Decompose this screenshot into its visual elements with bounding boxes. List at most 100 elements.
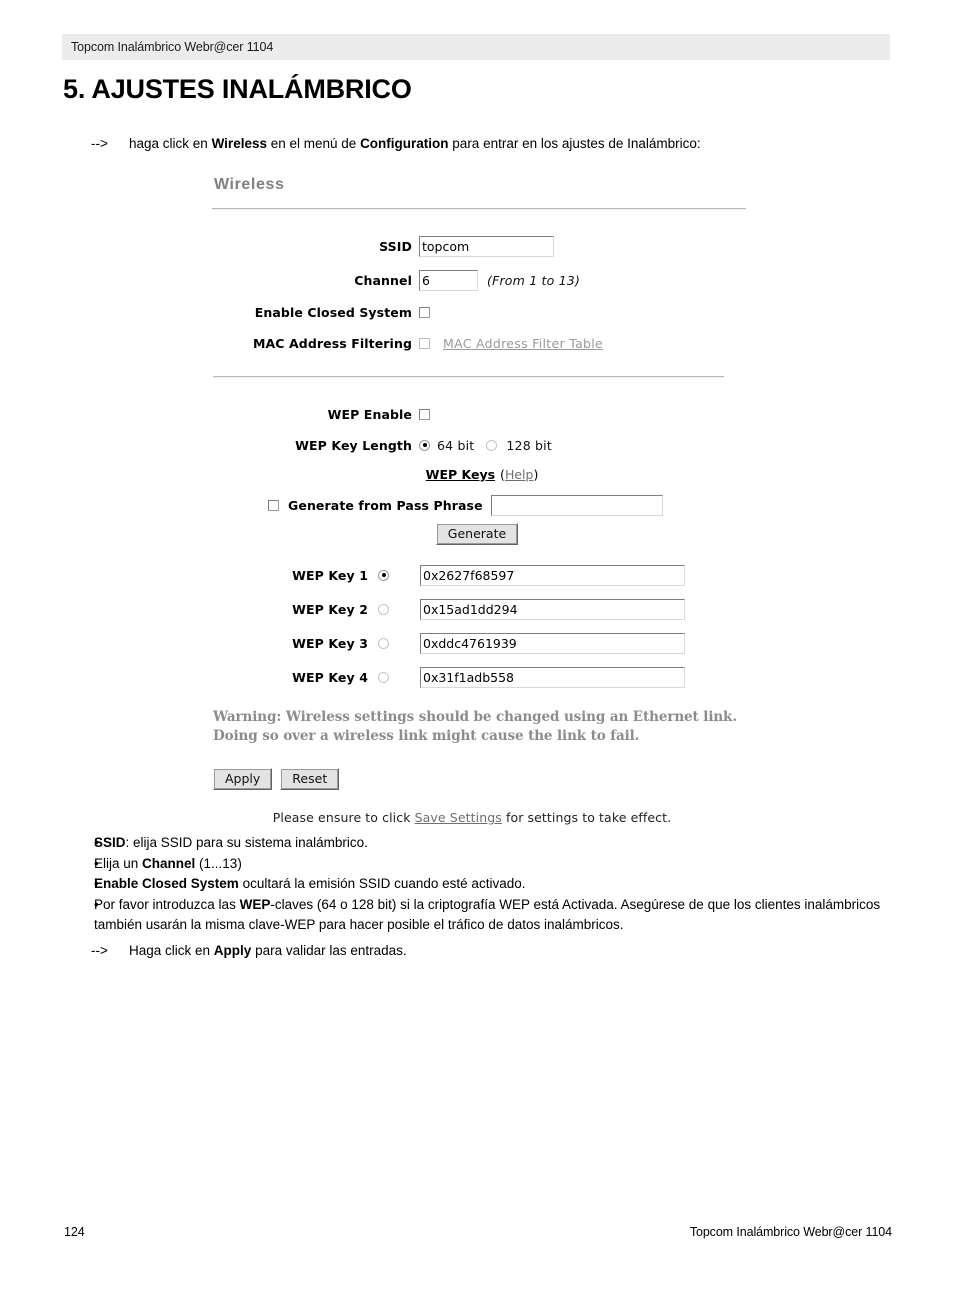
row-generate-from-passphrase: Generate from Pass Phrase: [268, 495, 752, 516]
wep-key-row: WEP Key 2 0x15ad1dd294: [212, 592, 752, 626]
generate-button-wrapper: Generate: [202, 523, 752, 545]
bullet-text-closed-system: ocultará la emisión SSID cuando esté act…: [238, 876, 526, 891]
channel-range-hint: (From 1 to 13): [487, 272, 581, 288]
save-note-text-2: for settings to take effect.: [501, 810, 672, 825]
closing-text-2: para validar las entradas.: [251, 943, 407, 958]
intro-bold-wireless: Wireless: [211, 136, 267, 151]
panel-divider-top: [212, 208, 746, 210]
wep-key-1-radio[interactable]: [378, 569, 389, 581]
wep-key-4-radio[interactable]: [378, 671, 389, 683]
wep-key-length-label: WEP Key Length: [295, 437, 412, 453]
footer-title: Topcom Inalámbrico Webr@cer 1104: [689, 1225, 892, 1239]
warning-message: Warning: Wireless settings should be cha…: [213, 708, 752, 746]
wep-enable-checkbox[interactable]: [419, 408, 430, 420]
wep-key-4-input[interactable]: 0x31f1adb558: [420, 666, 685, 688]
wep-key-3-label: WEP Key 3: [292, 635, 368, 651]
page-title: 5. AJUSTES INALÁMBRICO: [63, 74, 412, 104]
intro-text-2: en el menú de: [266, 136, 361, 151]
bullet-text-wep-pre: Por favor introduzca las: [94, 896, 240, 912]
mac-filtering-label: MAC Address Filtering: [252, 335, 412, 351]
generate-button[interactable]: Generate: [435, 523, 519, 545]
settings-description-list: • SSID: elija SSID para su sistema inalá…: [63, 833, 898, 936]
list-item: • Elija un Channel (1...13): [63, 854, 898, 875]
save-settings-note: Please ensure to click Save Settings for…: [192, 810, 752, 825]
help-close-paren: ): [533, 467, 539, 482]
wep-enable-label: WEP Enable: [327, 406, 412, 422]
mac-filtering-checkbox[interactable]: [419, 337, 430, 349]
wep-key-1-input[interactable]: 0x2627f68597: [420, 564, 685, 586]
intro-instruction: --> haga click en Wireless en el menú de …: [91, 136, 701, 151]
wireless-settings-panel: Wireless SSID topcom Channel 6 (From 1 t…: [212, 176, 752, 825]
closed-system-checkbox[interactable]: [419, 306, 430, 318]
wireless-basic-form: SSID topcom Channel 6 (From 1 to 13) Ena…: [212, 232, 752, 357]
bullet-marker: •: [94, 855, 99, 871]
intro-text-3: para entrar en los ajustes de Inalámbric…: [448, 136, 701, 151]
wep-key-length-radio-64[interactable]: [419, 439, 430, 451]
bullet-content: SSID: elija SSID para su sistema inalámb…: [94, 833, 898, 854]
mac-address-filter-table-link[interactable]: MAC Address Filter Table: [443, 336, 603, 351]
row-wep-enable: WEP Enable: [212, 400, 752, 428]
closed-system-label: Enable Closed System: [254, 304, 412, 320]
reset-button[interactable]: Reset: [280, 768, 340, 790]
wep-keys-link[interactable]: WEP Keys: [426, 467, 495, 482]
wep-key-length-radio-128[interactable]: [486, 439, 498, 451]
bullet-marker: •: [94, 896, 99, 912]
closing-text-1: Haga click en: [129, 943, 214, 958]
wep-key-1-label: WEP Key 1: [292, 567, 368, 583]
apply-button[interactable]: Apply: [213, 768, 273, 790]
arrow-marker: -->: [91, 943, 108, 958]
passphrase-input[interactable]: [490, 495, 663, 516]
bullet-content: Por favor introduzca las WEP-claves (64 …: [94, 895, 898, 936]
warning-line-2: Doing so over a wireless link might caus…: [213, 728, 640, 744]
running-header: Topcom Inalámbrico Webr@cer 1104: [62, 34, 890, 60]
bullet-text-ssid: : elija SSID para su sistema inalámbrico…: [125, 835, 368, 850]
wep-key-row: WEP Key 1 0x2627f68597: [212, 558, 752, 592]
bullet-content: Elija un Channel (1...13): [94, 854, 898, 875]
row-ssid: SSID topcom: [212, 232, 752, 260]
row-closed-system: Enable Closed System: [212, 298, 752, 326]
wep-key-3-radio[interactable]: [378, 637, 389, 649]
row-channel: Channel 6 (From 1 to 13): [212, 266, 752, 294]
bullet-bold-channel: Channel: [142, 855, 196, 871]
bullet-bold-wep: WEP: [239, 896, 271, 912]
generate-from-passphrase-checkbox[interactable]: [268, 500, 279, 511]
bullet-bold-ssid: SSID: [94, 835, 126, 850]
list-item: • Enable Closed System ocultará la emisi…: [63, 874, 898, 895]
wep-key-2-input[interactable]: 0x15ad1dd294: [420, 598, 685, 620]
list-item: • SSID: elija SSID para su sistema inalá…: [63, 833, 898, 854]
wep-key-4-label: WEP Key 4: [292, 669, 368, 685]
bullet-text-channel-pre: Elija un: [94, 855, 143, 871]
panel-divider-middle: [213, 376, 724, 378]
wep-key-length-option-128-label: 128 bit: [506, 437, 552, 453]
wep-key-length-option-64-label: 64 bit: [437, 437, 475, 453]
save-settings-link[interactable]: Save Settings: [415, 810, 502, 825]
intro-bold-configuration: Configuration: [360, 136, 449, 151]
intro-text-1: haga click en: [129, 136, 212, 151]
save-note-text-1: Please ensure to click: [272, 810, 415, 825]
wep-key-row: WEP Key 4 0x31f1adb558: [212, 660, 752, 694]
running-header-text: Topcom Inalámbrico Webr@cer 1104: [71, 40, 274, 54]
list-item: • Por favor introduzca las WEP-claves (6…: [63, 895, 898, 936]
help-link[interactable]: Help: [505, 467, 534, 482]
bullet-bold-closed-system: Enable Closed System: [94, 876, 239, 891]
row-wep-key-length: WEP Key Length 64 bit 128 bit: [212, 431, 752, 459]
bullet-content: Enable Closed System ocultará la emisión…: [94, 874, 898, 895]
bullet-marker: •: [94, 876, 99, 891]
generate-from-passphrase-label: Generate from Pass Phrase: [288, 498, 483, 513]
channel-input[interactable]: 6: [419, 269, 478, 291]
wep-form: WEP Enable WEP Key Length 64 bit 128 bit: [212, 400, 752, 459]
wep-key-3-input[interactable]: 0xddc4761939: [420, 632, 685, 654]
channel-label: Channel: [354, 272, 412, 288]
arrow-marker: -->: [91, 136, 108, 151]
wep-key-row: WEP Key 3 0xddc4761939: [212, 626, 752, 660]
ssid-input[interactable]: topcom: [419, 235, 554, 257]
wep-key-2-radio[interactable]: [378, 603, 389, 615]
closing-bold-apply: Apply: [213, 943, 252, 958]
footer-page-number: 124: [64, 1225, 85, 1239]
panel-heading: Wireless: [214, 176, 285, 193]
closing-instruction: --> Haga click en Apply para validar las …: [91, 943, 407, 958]
wep-key-list: WEP Key 1 0x2627f68597 WEP Key 2 0x15ad1…: [212, 558, 752, 694]
action-buttons: Apply Reset: [213, 768, 752, 790]
wep-keys-heading: WEP Keys (Help): [212, 467, 752, 482]
wep-key-2-label: WEP Key 2: [292, 601, 368, 617]
